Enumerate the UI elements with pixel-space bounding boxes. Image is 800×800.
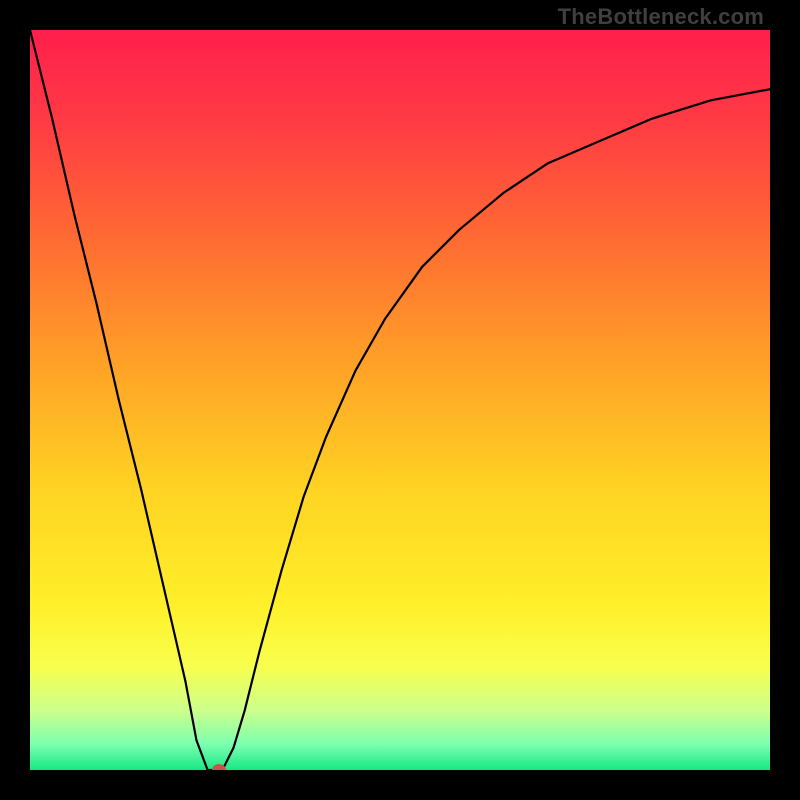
- watermark-text: TheBottleneck.com: [558, 4, 764, 30]
- chart-frame: TheBottleneck.com: [0, 0, 800, 800]
- optimum-marker: [212, 764, 226, 770]
- plot-area: [30, 30, 770, 770]
- bottleneck-curve: [30, 30, 770, 770]
